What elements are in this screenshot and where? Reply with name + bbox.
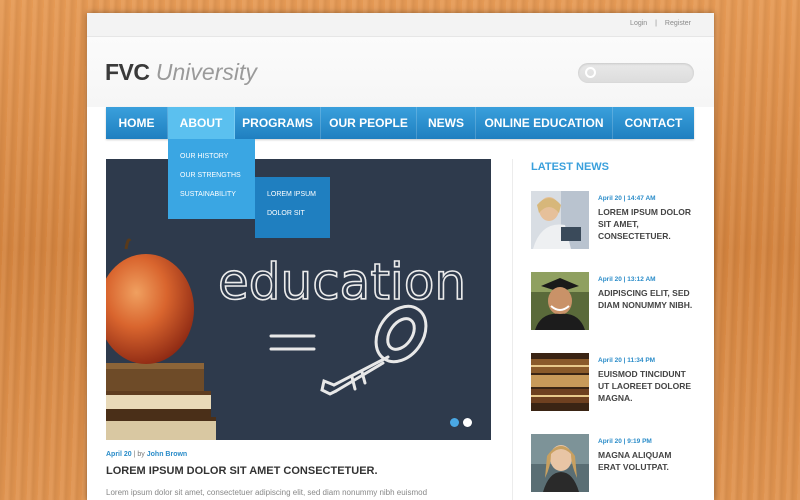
sustainability-submenu: LOREM IPSUM DOLOR SIT (255, 177, 330, 238)
header: FVC University (87, 37, 714, 107)
news-title[interactable]: EUISMOD TINCIDUNT UT LAOREET DOLORE MAGN… (598, 368, 696, 404)
news-thumbnail[interactable] (531, 191, 589, 249)
top-bar: Login | Register (87, 13, 714, 37)
account-links: Login | Register (627, 20, 694, 27)
menu-item-dolor-sit[interactable]: DOLOR SIT (255, 204, 330, 223)
news-item[interactable]: April 20 | 11:34 PM EUISMOD TINCIDUNT UT… (531, 353, 701, 411)
post-author[interactable]: John Brown (147, 451, 187, 458)
menu-item-sustainability[interactable]: SUSTAINABILITY (168, 185, 255, 204)
nav-contact[interactable]: CONTACT (613, 107, 694, 139)
news-title[interactable]: LOREM IPSUM DOLOR SIT AMET, CONSECTETUER… (598, 206, 696, 242)
menu-item-our-strengths[interactable]: OUR STRENGTHS (168, 166, 255, 185)
about-dropdown: OUR HISTORY OUR STRENGTHS SUSTAINABILITY (168, 139, 255, 219)
chalk-word: education (218, 253, 466, 311)
nav-online-education[interactable]: ONLINE EDUCATION (476, 107, 613, 139)
news-thumbnail[interactable] (531, 353, 589, 411)
login-link[interactable]: Login (630, 20, 647, 27)
register-link[interactable]: Register (665, 20, 691, 27)
news-item[interactable]: April 20 | 14:47 AM LOREM IPSUM DOLOR SI… (531, 191, 701, 249)
account-links-separator: | (655, 20, 657, 27)
news-thumbnail[interactable] (531, 272, 589, 330)
site-logo[interactable]: FVC University (105, 59, 257, 86)
news-thumbnail[interactable] (531, 434, 589, 492)
news-date: April 20 | 14:47 AM (598, 195, 656, 202)
main-nav: HOME ABOUT PROGRAMS OUR PEOPLE NEWS ONLI… (106, 107, 694, 139)
news-date: April 20 | 9:19 PM (598, 438, 652, 445)
page-container: Login | Register FVC University HOME ABO… (87, 13, 714, 500)
nav-home[interactable]: HOME (106, 107, 168, 139)
news-date: April 20 | 11:34 PM (598, 357, 656, 364)
news-title[interactable]: MAGNA ALIQUAM ERAT VOLUTPAT. (598, 449, 696, 473)
slider-dot-2[interactable] (463, 418, 472, 427)
column-divider (512, 159, 513, 500)
nav-programs[interactable]: PROGRAMS (235, 107, 321, 139)
post-title[interactable]: LOREM IPSUM DOLOR SIT AMET CONSECTETUER. (106, 465, 378, 477)
logo-bold: FVC (105, 59, 150, 85)
news-item[interactable]: April 20 | 13:12 AM ADIPISCING ELIT, SED… (531, 272, 701, 330)
slider-dot-1[interactable] (450, 418, 459, 427)
news-title[interactable]: ADIPISCING ELIT, SED DIAM NONUMMY NIBH. (598, 287, 696, 311)
menu-item-our-history[interactable]: OUR HISTORY (168, 147, 255, 166)
post-date: April 20 (106, 451, 132, 458)
search-box (578, 63, 694, 83)
post-by: | by (133, 451, 145, 458)
search-input[interactable] (602, 66, 688, 80)
post-excerpt: Lorem ipsum dolor sit amet, consectetuer… (106, 488, 428, 497)
latest-news-title: LATEST NEWS (531, 161, 610, 173)
logo-light: University (155, 59, 257, 85)
news-item[interactable]: April 20 | 9:19 PM MAGNA ALIQUAM ERAT VO… (531, 434, 701, 492)
post-meta: April 20 | by John Brown (106, 451, 187, 458)
news-date: April 20 | 13:12 AM (598, 276, 656, 283)
nav-our-people[interactable]: OUR PEOPLE (321, 107, 417, 139)
slider-dots (450, 418, 472, 427)
nav-about[interactable]: ABOUT (168, 107, 235, 139)
search-icon[interactable] (585, 67, 596, 78)
menu-item-lorem-ipsum[interactable]: LOREM IPSUM (255, 185, 330, 204)
nav-news[interactable]: NEWS (417, 107, 476, 139)
